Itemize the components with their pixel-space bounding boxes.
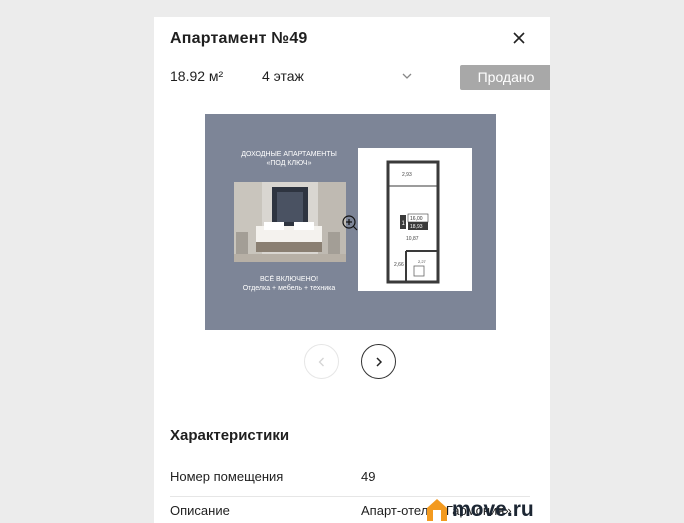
row-label: Описание [170, 503, 230, 518]
apartment-modal: Апартамент №49 18.92 м² 4 этаж Продано Д… [154, 17, 550, 523]
status-badge: Продано [460, 65, 550, 90]
dim-top: 2,93 [402, 172, 412, 178]
zoom-in-icon[interactable] [341, 214, 359, 232]
promo-line: «ПОД КЛЮЧ» [266, 160, 312, 167]
move-house-icon [427, 499, 447, 521]
dim-bath: 2,27 [418, 259, 427, 264]
promo-line: ВСЁ ВКЛЮЧЕНО! [259, 276, 319, 283]
area-value: 18.92 м² [170, 68, 224, 84]
characteristics-heading: Характеристики [170, 427, 290, 444]
table-row: Номер помещения 49 [170, 469, 530, 497]
promo-line: Отделка + мебель + техника [242, 285, 336, 292]
next-image-button[interactable] [361, 344, 396, 379]
dim-left: 2,66 [394, 262, 404, 268]
dim-mid: 10,87 [406, 236, 419, 242]
arrow-left-icon [318, 357, 324, 367]
room-area-b: 18,93 [410, 224, 423, 230]
promo-heading: ДОХОДНЫЕ АПАРТАМЕНТЫ «ПОД КЛЮЧ» [229, 150, 349, 168]
arrow-right-icon [376, 357, 383, 367]
prev-image-button[interactable] [304, 344, 339, 379]
floor-plan-image[interactable]: ДОХОДНЫЕ АПАРТАМЕНТЫ «ПОД КЛЮЧ» ВСЁ ВКЛЮ… [205, 114, 496, 330]
close-icon[interactable] [510, 29, 528, 47]
row-label: Номер помещения [170, 469, 284, 484]
promo-footer: ВСЁ ВКЛЮЧЕНО! Отделка + мебель + техника [219, 275, 359, 293]
apartment-title: Апартамент №49 [170, 30, 308, 47]
chevron-down-icon[interactable] [400, 69, 414, 83]
row-value: 49 [361, 469, 376, 484]
promo-line: ДОХОДНЫЕ АПАРТАМЕНТЫ [241, 151, 337, 158]
floor-value: 4 этаж [262, 68, 304, 84]
watermark-text: move.ru [452, 498, 534, 521]
interior-photo [234, 182, 346, 262]
room-area-a: 16,00 [410, 216, 423, 222]
floorplan-drawing: 2,93 1 16,00 18,93 10,87 2,66 2,27 [358, 148, 472, 291]
